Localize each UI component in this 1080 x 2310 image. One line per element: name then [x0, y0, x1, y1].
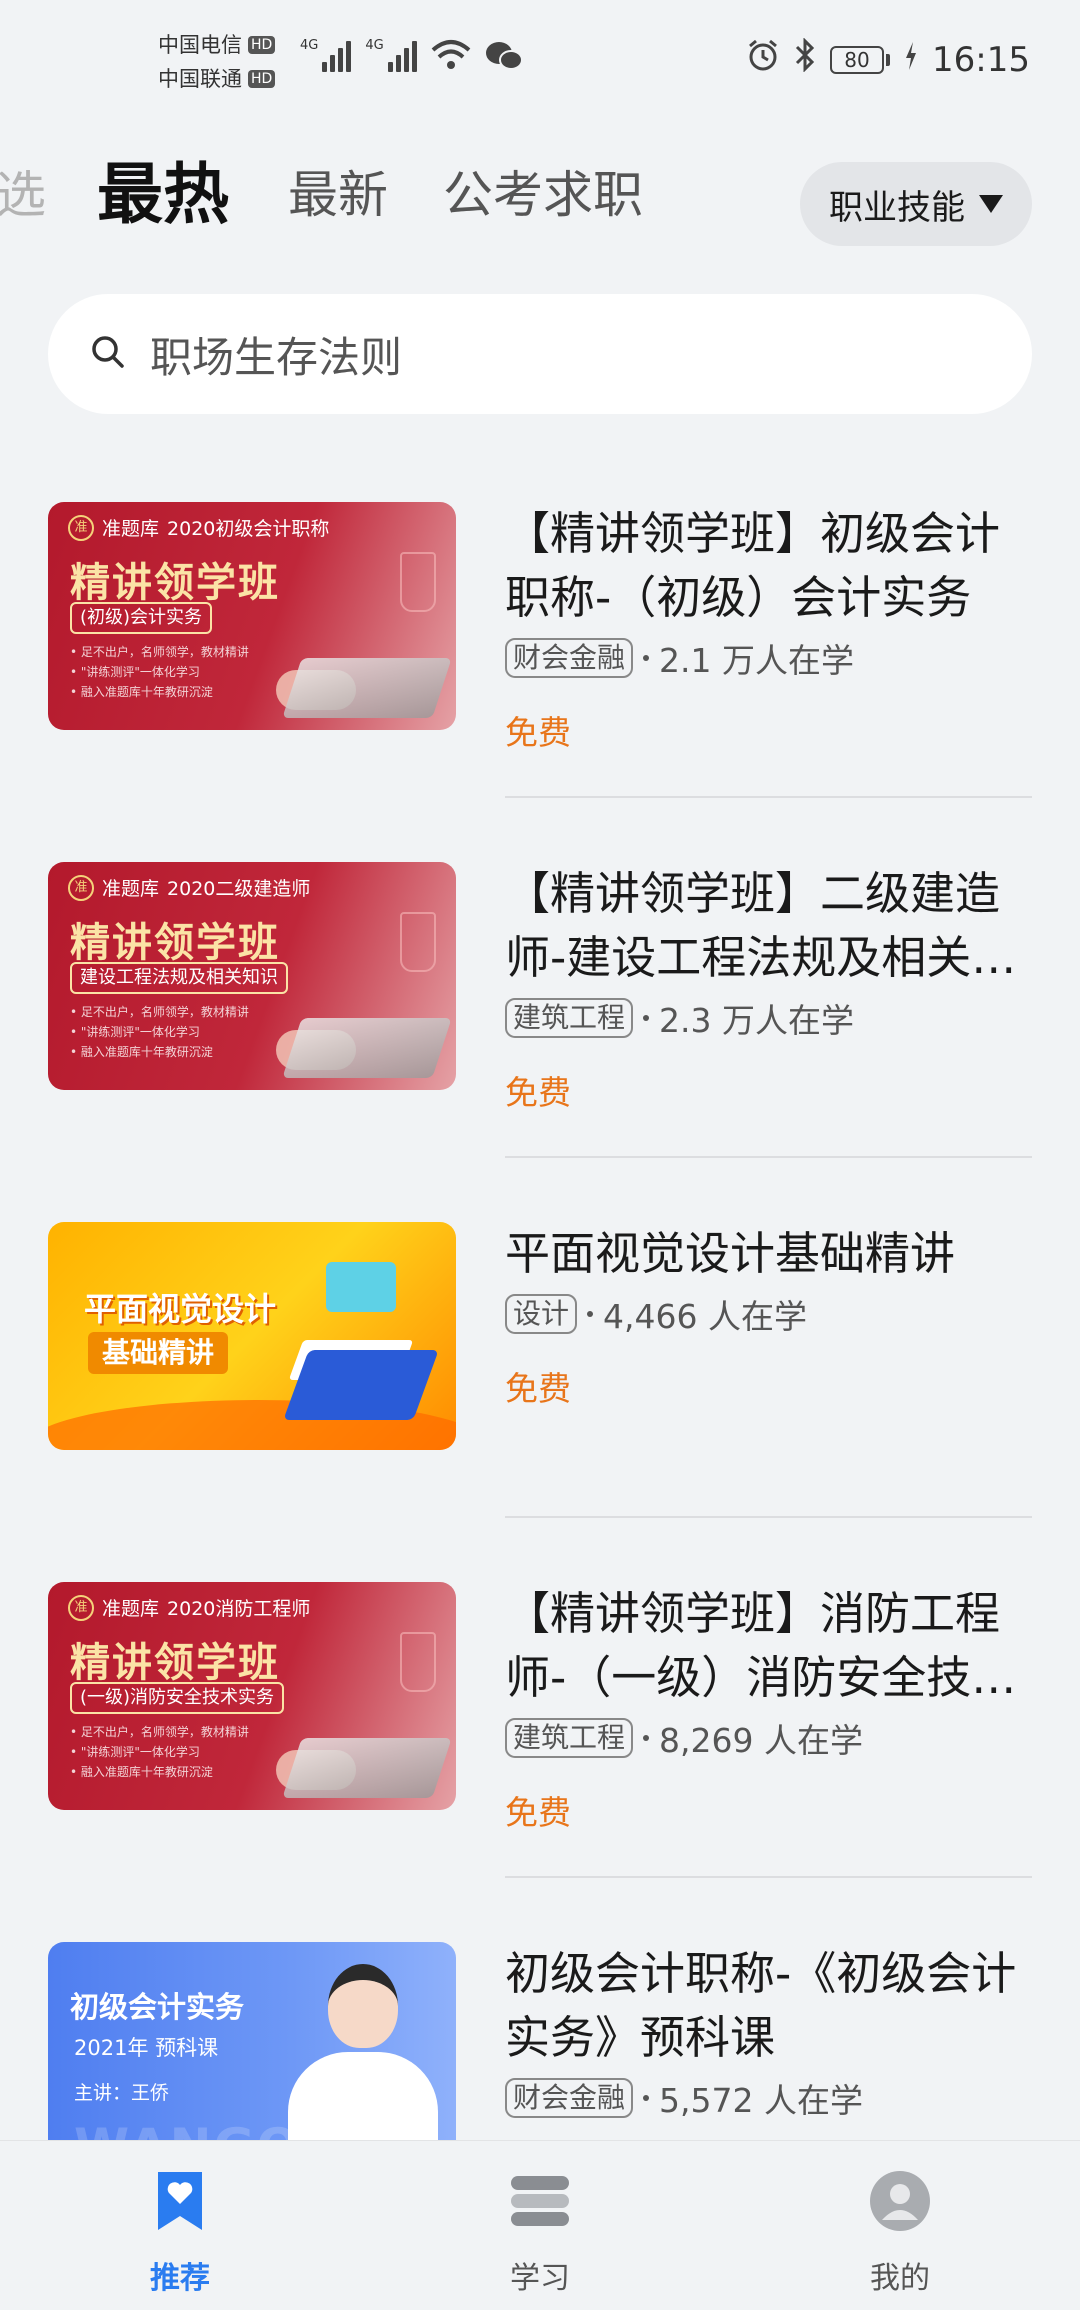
bottom-nav: 推荐 学习 我的: [0, 2140, 1080, 2310]
course-price: 免费: [505, 1793, 571, 1832]
divider: [505, 1876, 1032, 1878]
search-placeholder: 职场生存法则: [150, 332, 403, 382]
divider: [505, 1156, 1032, 1158]
nav-label: 学习: [510, 2261, 570, 2296]
learner-count: 8,269 人在学: [659, 1721, 863, 1760]
bookmark-heart-icon: [80, 2161, 280, 2241]
nav-item-recommend[interactable]: 推荐: [80, 2141, 280, 2310]
tab-partial[interactable]: 选: [0, 140, 46, 250]
course-item[interactable]: 初级会计实务 2021年 预科课 主讲：王侨 WANGQIAO 初级会计职称-《…: [0, 1942, 1080, 2140]
course-title: 【精讲领学班】消防工程师-（一级）消防安全技术实务: [505, 1587, 1017, 1704]
tab-civil-service[interactable]: 公考求职: [443, 140, 643, 250]
thumb-line3: 主讲：王侨: [74, 2082, 170, 2104]
wechat-icon: [485, 40, 523, 72]
course-tag: 建筑工程: [505, 998, 634, 1038]
network-type-label: 4G: [365, 38, 384, 53]
brand-logo-icon: 准: [68, 1594, 94, 1621]
thumb-headline: 精讲领学班: [70, 560, 280, 606]
signal-1-icon: 4G: [300, 38, 352, 72]
course-thumbnail: 准准题库 2020二级建造师 精讲领学班 建设工程法规及相关知识 • 足不出户，名…: [48, 862, 456, 1090]
course-title: 【精讲领学班】初级会计职称-（初级）会计实务: [505, 507, 1001, 624]
thumb-year-line: 2020初级会计职称: [167, 518, 330, 540]
battery-icon: 80: [830, 45, 891, 74]
thumb-headline: 精讲领学班: [70, 920, 280, 966]
signal-icons: 4G 4G: [300, 38, 523, 72]
divider: [505, 796, 1032, 798]
learner-count: 4,466 人在学: [603, 1297, 807, 1336]
brand-logo-icon: 准: [68, 874, 94, 901]
wifi-icon: [431, 38, 471, 72]
course-title: 【精讲领学班】二级建造师-建设工程法规及相关知识: [505, 867, 1017, 984]
battery-level: 80: [830, 45, 885, 74]
course-tag: 财会金融: [505, 638, 634, 678]
category-dropdown-button[interactable]: 职业技能: [800, 162, 1032, 246]
thumb-headline: 精讲领学班: [70, 1640, 280, 1686]
status-right: 80 16:15: [746, 37, 1030, 81]
charging-icon: [904, 40, 918, 80]
book-stack-icon: [440, 2161, 640, 2241]
alarm-icon: [746, 38, 780, 81]
hd-badge: HD: [248, 70, 276, 88]
carrier-info: 中国电信 HD 中国联通 HD: [158, 28, 276, 96]
search-icon: [88, 332, 128, 376]
category-dropdown-label: 职业技能: [829, 187, 965, 228]
course-item[interactable]: 准准题库 2020消防工程师 精讲领学班 (一级)消防安全技术实务 • 足不出户，…: [0, 1582, 1080, 1842]
signal-2-icon: 4G: [365, 38, 417, 72]
thumb-watermark: WANGQIAO: [74, 2118, 407, 2140]
learner-count: 2.3 万人在学: [659, 1001, 854, 1040]
thumb-year-line: 2020消防工程师: [167, 1598, 311, 1620]
course-tag: 财会金融: [505, 2078, 634, 2118]
user-avatar-icon: [800, 2161, 1000, 2241]
network-type-label: 4G: [300, 38, 319, 53]
learner-count: 2.1 万人在学: [659, 641, 854, 680]
course-price: 免费: [505, 1073, 571, 1112]
thumb-line1: 平面视觉设计: [84, 1290, 277, 1328]
thumb-subtitle: (一级)消防安全技术实务: [70, 1682, 285, 1714]
search-bar[interactable]: 职场生存法则: [48, 294, 1032, 414]
brand-logo-icon: 准: [68, 514, 94, 541]
thumb-brand: 准题库: [102, 518, 160, 540]
course-thumbnail: 准准题库 2020初级会计职称 精讲领学班 (初级)会计实务 • 足不出户，名师领…: [48, 502, 456, 730]
thumb-brand: 准题库: [102, 1598, 160, 1620]
thumb-bullets: • 足不出户，名师领学，教材精讲 • "讲练测评"一体化学习 • 融入准题库十年教研…: [70, 1005, 249, 1059]
nav-item-me[interactable]: 我的: [800, 2141, 1000, 2310]
thumb-line1: 初级会计实务: [70, 1990, 245, 2024]
course-tag: 设计: [505, 1294, 578, 1334]
thumb-line2: 2021年 预科课: [74, 2036, 219, 2060]
triangle-down-icon: [979, 195, 1003, 213]
tab-latest[interactable]: 最新: [288, 140, 388, 250]
course-item[interactable]: 准准题库 2020二级建造师 精讲领学班 建设工程法规及相关知识 • 足不出户，名…: [0, 862, 1080, 1122]
thumb-subtitle: 建设工程法规及相关知识: [70, 962, 288, 994]
thumb-line2: 基础精讲: [88, 1332, 229, 1374]
thumb-year-line: 2020二级建造师: [167, 878, 311, 900]
nav-item-study[interactable]: 学习: [440, 2141, 640, 2310]
hd-badge: HD: [248, 36, 276, 54]
course-item[interactable]: 准准题库 2020初级会计职称 精讲领学班 (初级)会计实务 • 足不出户，名师领…: [0, 502, 1080, 762]
thumb-bullets: • 足不出户，名师领学，教材精讲 • "讲练测评"一体化学习 • 融入准题库十年教研…: [70, 1725, 249, 1779]
nav-label: 我的: [870, 2261, 930, 2296]
carrier-2: 中国联通: [158, 67, 242, 91]
course-title: 平面视觉设计基础精讲: [505, 1227, 956, 1280]
course-thumbnail: 平面视觉设计 基础精讲: [48, 1222, 456, 1450]
course-item[interactable]: 平面视觉设计 基础精讲 平面视觉设计基础精讲 设计 4,466 人在学 免费: [0, 1222, 1080, 1482]
course-thumbnail: 初级会计实务 2021年 预科课 主讲：王侨 WANGQIAO: [48, 1942, 456, 2140]
clock: 16:15: [932, 39, 1030, 80]
course-title: 初级会计职称-《初级会计实务》预科课: [505, 1947, 1017, 2064]
divider: [505, 1516, 1032, 1518]
learner-count: 5,572 人在学: [659, 2081, 863, 2120]
thumb-subtitle: (初级)会计实务: [70, 602, 213, 634]
nav-label: 推荐: [150, 2261, 210, 2296]
course-price: 免费: [505, 1369, 571, 1408]
course-tag: 建筑工程: [505, 1718, 634, 1758]
status-bar: 中国电信 HD 中国联通 HD 4G 4G 80 16:15: [0, 0, 1080, 120]
thumb-brand: 准题库: [102, 878, 160, 900]
carrier-1: 中国电信: [158, 33, 242, 57]
thumb-bullets: • 足不出户，名师领学，教材精讲 • "讲练测评"一体化学习 • 融入准题库十年教研…: [70, 645, 249, 699]
tab-hot[interactable]: 最热: [97, 140, 229, 250]
course-thumbnail: 准准题库 2020消防工程师 精讲领学班 (一级)消防安全技术实务 • 足不出户，…: [48, 1582, 456, 1810]
course-price: 免费: [505, 713, 571, 752]
bluetooth-icon: [794, 37, 816, 81]
